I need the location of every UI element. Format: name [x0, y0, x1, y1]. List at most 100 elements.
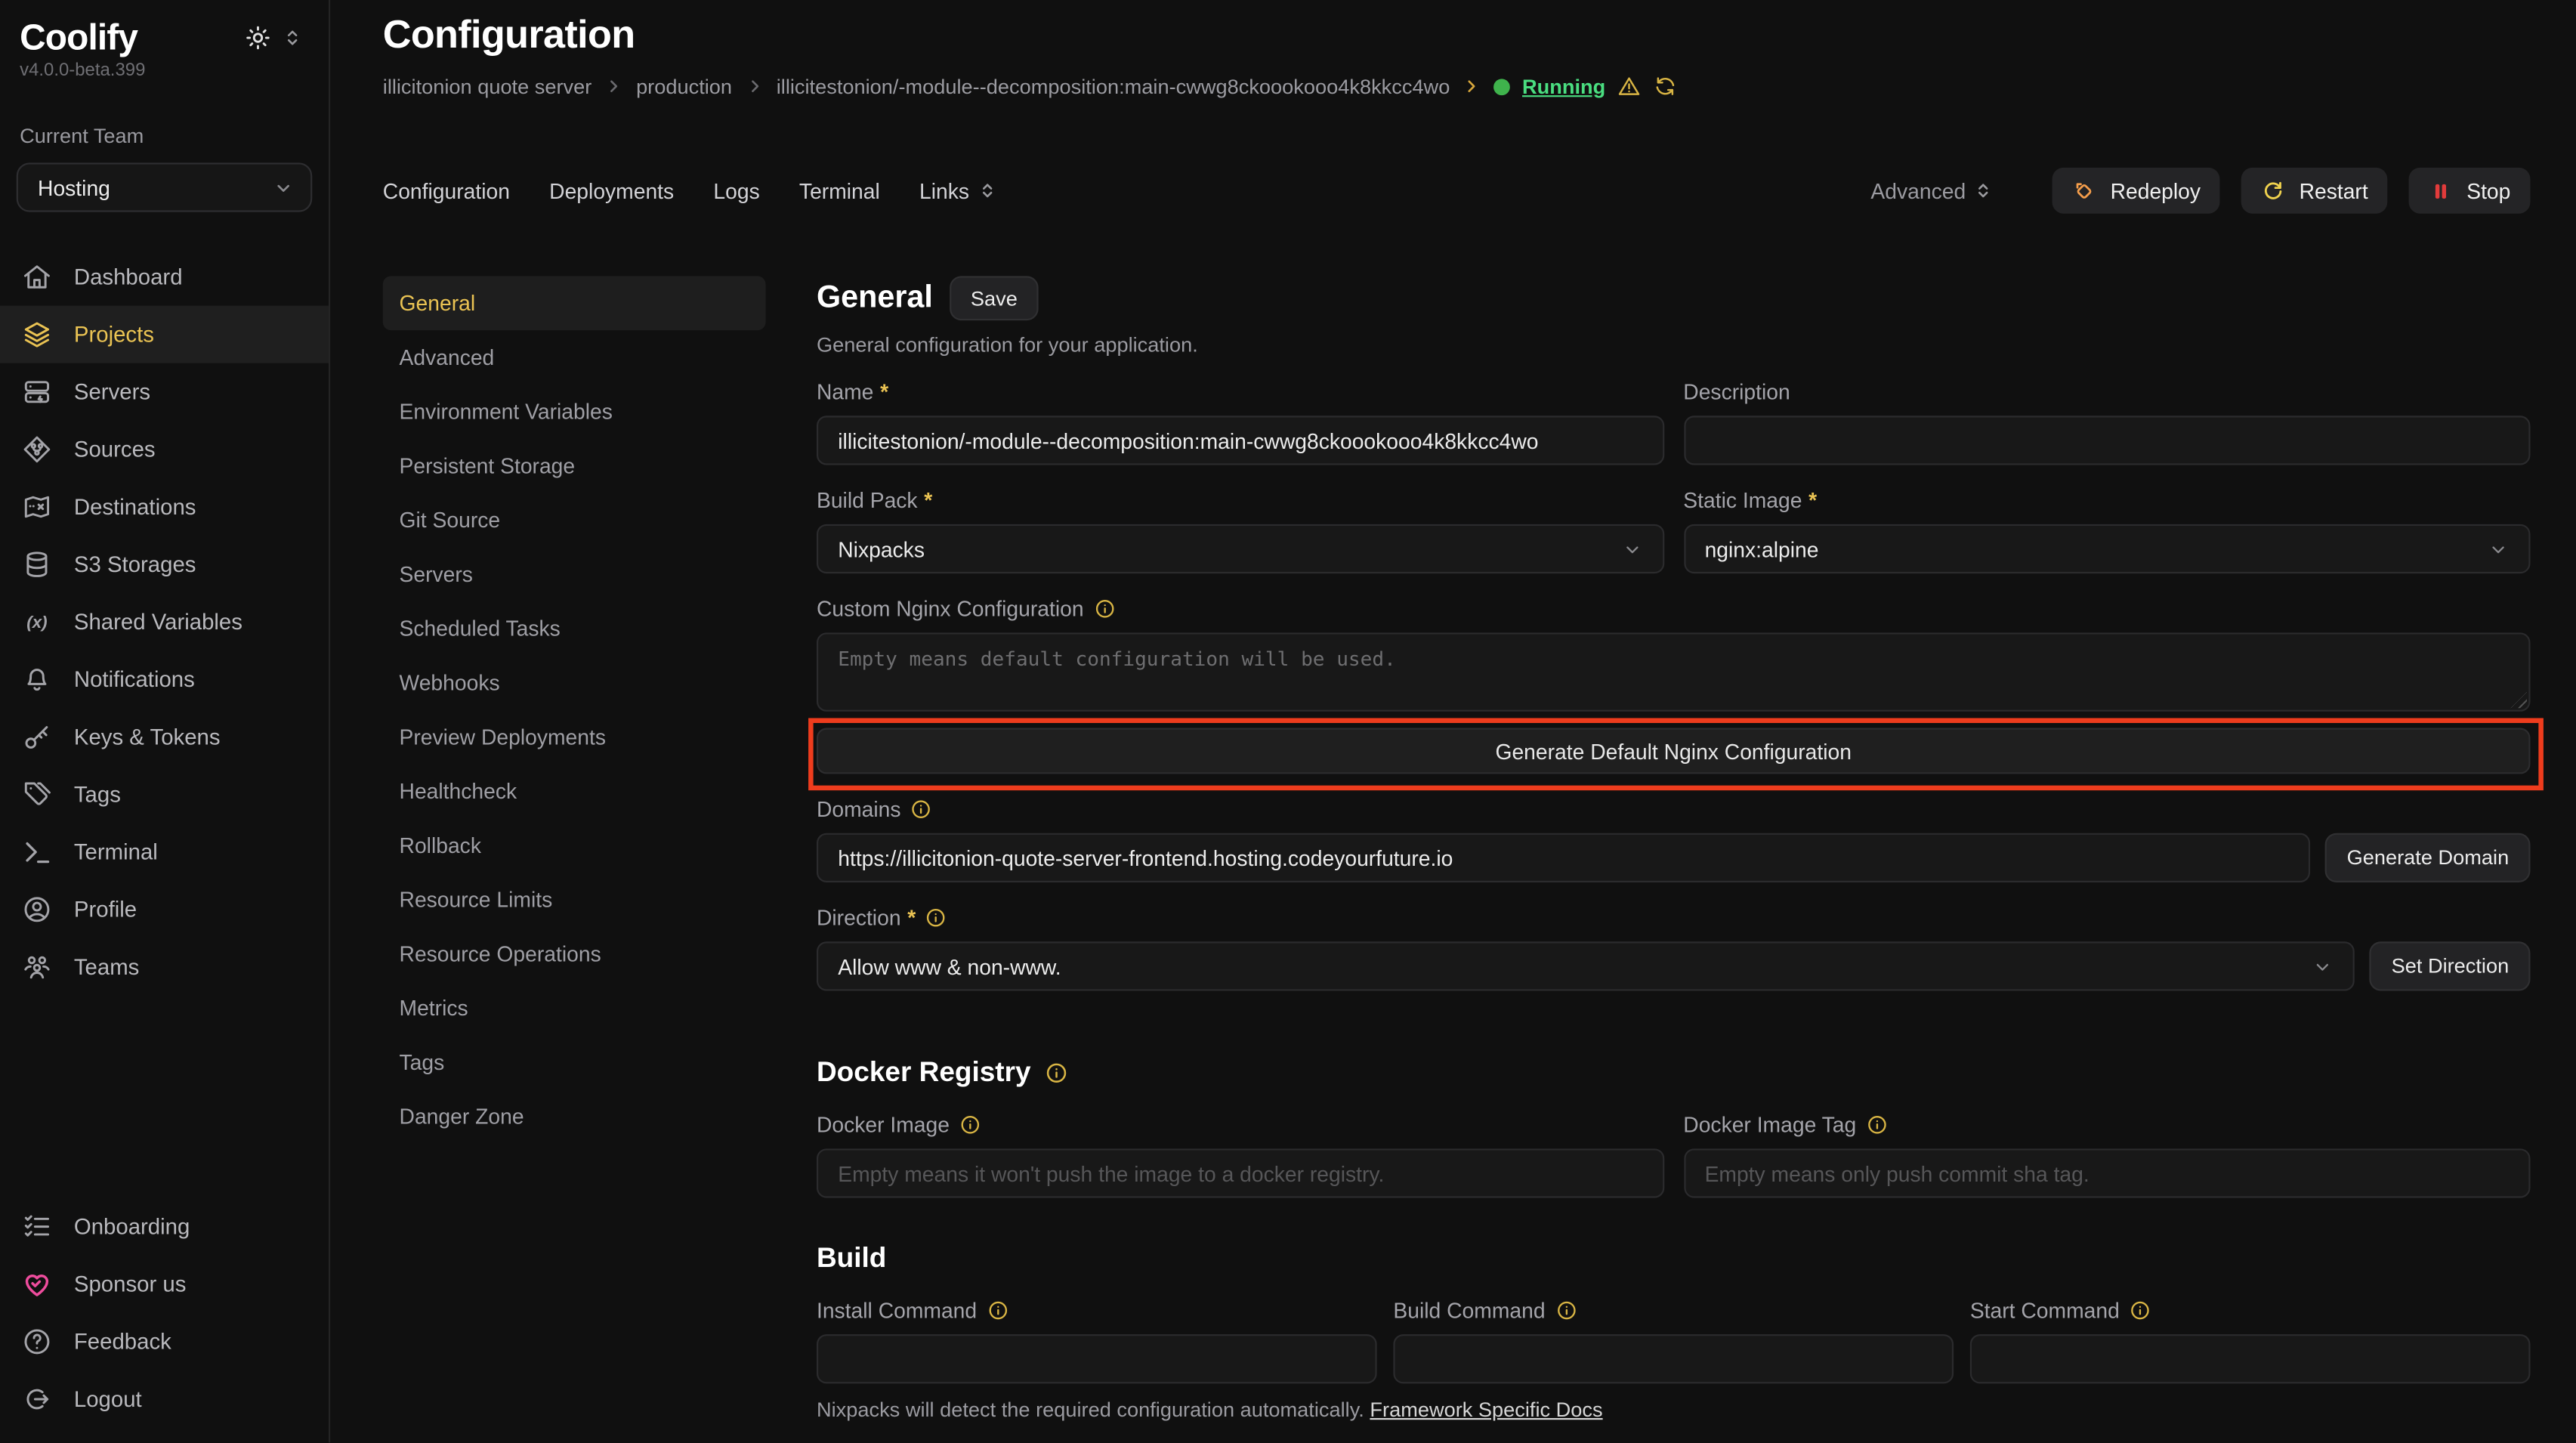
description-label: Description [1683, 379, 2530, 404]
generate-domain-button[interactable]: Generate Domain [2325, 833, 2530, 882]
tab-configuration[interactable]: Configuration [383, 178, 510, 203]
info-icon[interactable] [911, 799, 932, 820]
users-icon [21, 951, 52, 982]
current-team-label: Current Team [0, 81, 329, 148]
build-command-input[interactable] [1393, 1334, 1954, 1383]
direction-value: Allow www & non-www. [838, 954, 1061, 979]
install-command-input[interactable] [817, 1334, 1377, 1383]
info-icon[interactable] [1094, 598, 1115, 620]
subnav-item-healthcheck[interactable]: Healthcheck [383, 764, 766, 818]
configuration-content: General Advanced Environment Variables P… [383, 276, 2531, 1442]
config-subnav: General Advanced Environment Variables P… [383, 276, 766, 1442]
subnav-item-general[interactable]: General [383, 276, 766, 330]
sidebar-item-feedback[interactable]: Feedback [0, 1313, 329, 1370]
subnav-item-webhooks[interactable]: Webhooks [383, 656, 766, 710]
sidebar-item-destinations[interactable]: Destinations [0, 478, 329, 536]
subnav-item-environment-variables[interactable]: Environment Variables [383, 385, 766, 439]
refresh-icon[interactable] [1653, 74, 1678, 99]
name-input[interactable] [817, 416, 1663, 465]
advanced-menu[interactable]: Advanced [1870, 178, 1994, 203]
sidebar-item-sponsor-us[interactable]: Sponsor us [0, 1256, 329, 1313]
install-command-label: Install Command [817, 1298, 1377, 1323]
subnav-item-rollback[interactable]: Rollback [383, 818, 766, 873]
subnav-item-advanced[interactable]: Advanced [383, 330, 766, 385]
build-pack-select[interactable]: Nixpacks [817, 524, 1663, 573]
subnav-item-resource-limits[interactable]: Resource Limits [383, 873, 766, 927]
save-button[interactable]: Save [950, 276, 1039, 320]
restart-button[interactable]: Restart [2241, 168, 2387, 214]
tab-logs[interactable]: Logs [713, 178, 759, 203]
docker-image-input[interactable] [817, 1148, 1663, 1197]
nginx-config-textarea[interactable] [817, 632, 2531, 711]
stop-button[interactable]: Stop [2409, 168, 2530, 214]
sidebar-item-tags[interactable]: Tags [0, 766, 329, 823]
sidebar-item-dashboard[interactable]: Dashboard [0, 248, 329, 305]
sidebar-item-label: S3 Storages [74, 552, 196, 577]
required-asterisk: * [880, 379, 888, 404]
team-select[interactable]: Hosting [17, 162, 313, 212]
info-icon[interactable] [987, 1299, 1008, 1321]
sidebar-item-profile[interactable]: Profile [0, 881, 329, 938]
sidebar-item-keys-tokens[interactable]: Keys & Tokens [0, 708, 329, 765]
sidebar-item-sources[interactable]: Sources [0, 421, 329, 478]
subnav-item-danger-zone[interactable]: Danger Zone [383, 1089, 766, 1144]
breadcrumb-resource[interactable]: illicitestonion/-module--decomposition:m… [777, 75, 1450, 97]
terminal-icon [21, 836, 52, 867]
theme-sun-icon[interactable] [245, 25, 271, 51]
start-command-input[interactable] [1970, 1334, 2531, 1383]
subnav-item-scheduled-tasks[interactable]: Scheduled Tasks [383, 601, 766, 656]
sidebar-item-notifications[interactable]: Notifications [0, 650, 329, 708]
info-icon[interactable] [925, 907, 947, 929]
app-logo[interactable]: Coolify [20, 17, 137, 60]
breadcrumb-project[interactable]: illicitonion quote server [383, 75, 592, 97]
static-image-select[interactable]: nginx:alpine [1683, 524, 2530, 573]
set-direction-button[interactable]: Set Direction [2370, 941, 2530, 990]
tab-terminal[interactable]: Terminal [799, 178, 880, 203]
subnav-item-git-source[interactable]: Git Source [383, 493, 766, 548]
breadcrumb-environment[interactable]: production [636, 75, 732, 97]
sidebar-item-logout[interactable]: Logout [0, 1370, 329, 1428]
sidebar-item-label: Keys & Tokens [74, 725, 221, 749]
sidebar-item-shared-variables[interactable]: (x) Shared Variables [0, 593, 329, 650]
domains-label: Domains [817, 797, 2531, 822]
sidebar-item-label: Sponsor us [74, 1272, 187, 1296]
static-image-label: Static Image* [1683, 488, 2530, 513]
subnav-item-resource-operations[interactable]: Resource Operations [383, 927, 766, 981]
info-icon[interactable] [1866, 1114, 1887, 1136]
subnav-item-metrics[interactable]: Metrics [383, 981, 766, 1035]
domains-input[interactable] [817, 833, 2311, 882]
info-icon[interactable] [1555, 1299, 1577, 1321]
theme-switcher-chevrons-icon[interactable] [283, 28, 302, 48]
docker-image-tag-input[interactable] [1683, 1148, 2530, 1197]
description-input[interactable] [1683, 416, 2530, 465]
sidebar-item-s3-storages[interactable]: S3 Storages [0, 536, 329, 593]
info-icon[interactable] [2130, 1299, 2151, 1321]
subnav-item-servers[interactable]: Servers [383, 547, 766, 601]
section-title-docker-registry: Docker Registry [817, 1057, 2531, 1090]
tab-links[interactable]: Links [919, 178, 997, 203]
section-description: General configuration for your applicati… [817, 334, 2531, 357]
info-icon[interactable] [959, 1114, 981, 1136]
warning-icon[interactable] [1617, 74, 1642, 99]
sidebar-item-projects[interactable]: Projects [0, 306, 329, 363]
required-asterisk: * [924, 488, 932, 513]
redeploy-button[interactable]: Redeploy [2052, 168, 2220, 214]
subnav-item-preview-deployments[interactable]: Preview Deployments [383, 710, 766, 765]
tab-deployments[interactable]: Deployments [549, 178, 674, 203]
status-running-link[interactable]: Running [1522, 75, 1605, 97]
app-version: v4.0.0-beta.399 [0, 59, 329, 80]
sidebar-item-label: Logout [74, 1387, 142, 1412]
sidebar-item-terminal[interactable]: Terminal [0, 823, 329, 881]
subnav-item-persistent-storage[interactable]: Persistent Storage [383, 439, 766, 493]
sidebar-item-teams[interactable]: Teams [0, 938, 329, 996]
direction-select[interactable]: Allow www & non-www. [817, 941, 2355, 990]
page-title: Configuration [383, 13, 2531, 59]
info-icon[interactable] [1046, 1061, 1068, 1084]
generate-nginx-button[interactable]: Generate Default Nginx Configuration [817, 728, 2531, 774]
nixpacks-note: Nixpacks will detect the required config… [817, 1398, 2531, 1421]
subnav-item-tags[interactable]: Tags [383, 1035, 766, 1089]
sidebar-item-servers[interactable]: Servers [0, 363, 329, 421]
sidebar-item-label: Tags [74, 782, 121, 807]
sidebar-item-onboarding[interactable]: Onboarding [0, 1198, 329, 1256]
framework-docs-link[interactable]: Framework Specific Docs [1370, 1398, 1602, 1421]
